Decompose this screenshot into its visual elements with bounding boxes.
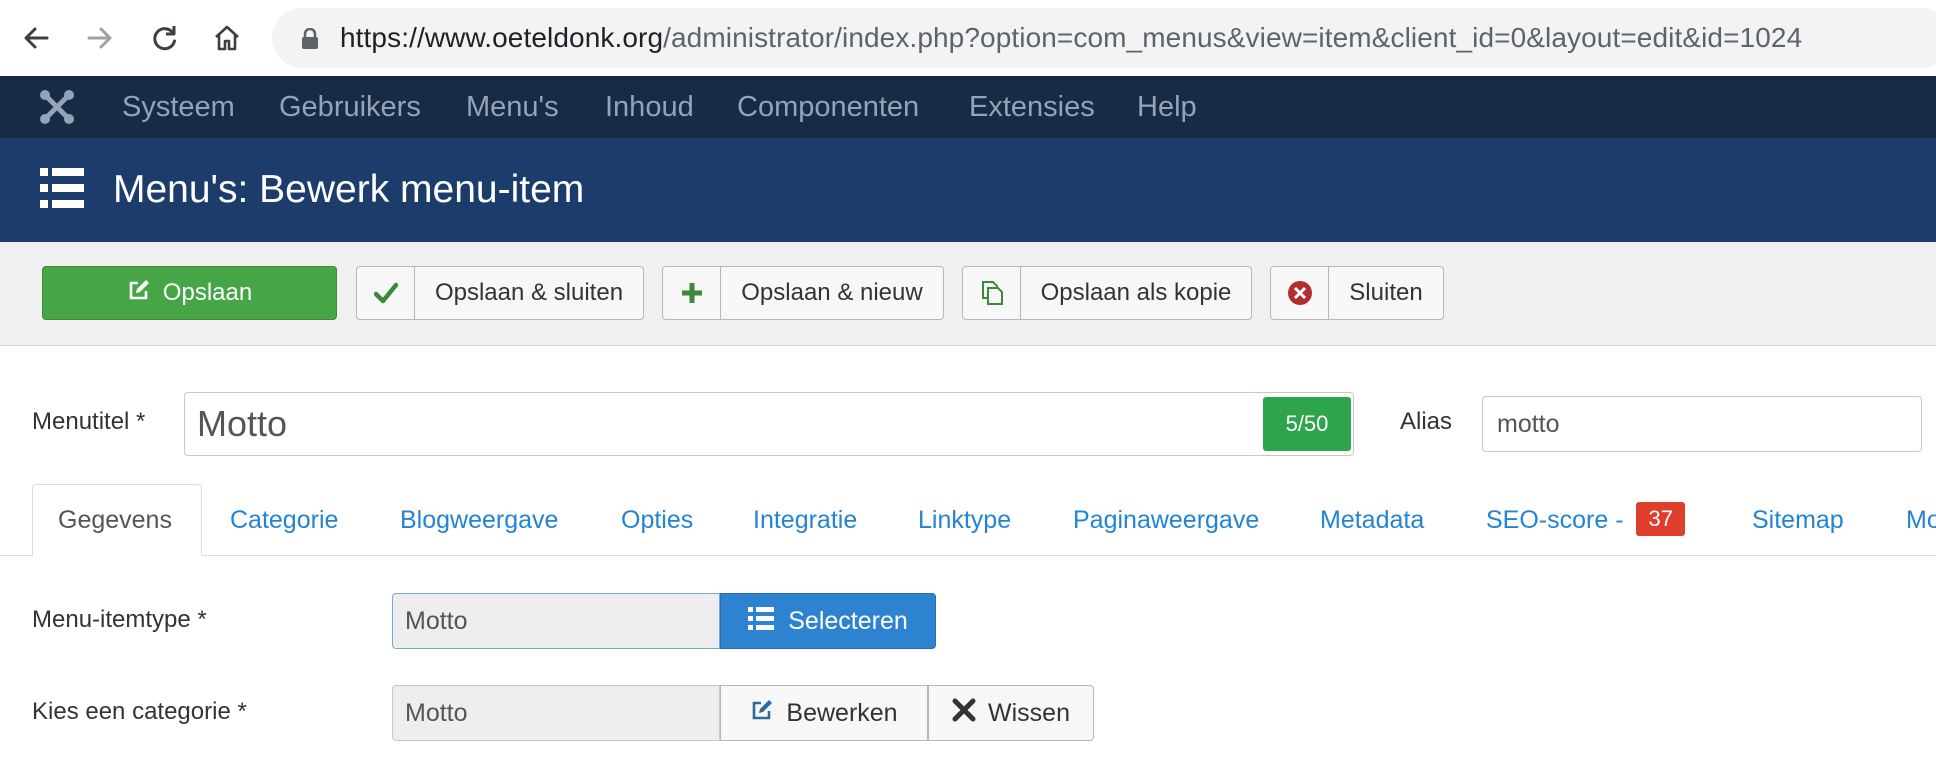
edit-label: Bewerken: [786, 698, 898, 727]
edit-icon: [750, 698, 774, 729]
menu-item-extensies[interactable]: Extensies: [969, 76, 1095, 138]
list-icon: [748, 606, 775, 637]
save-button[interactable]: Opslaan: [42, 266, 337, 320]
list-icon: [40, 166, 84, 215]
tab-blogweergave[interactable]: Blogweergave: [400, 484, 558, 556]
menu-item-inhoud[interactable]: Inhoud: [605, 76, 694, 138]
admin-menu: Systeem Gebruikers Menu's Inhoud Compone…: [0, 76, 1936, 138]
url-text: https://www.oeteldonk.org/administrator/…: [340, 22, 1803, 53]
tab-seo-score[interactable]: SEO-score - 37: [1486, 484, 1685, 556]
save-close-button[interactable]: Opslaan & sluiten: [356, 266, 644, 320]
seo-score-badge: 37: [1636, 502, 1685, 537]
alias-label: Alias: [1400, 408, 1453, 435]
x-icon: [952, 698, 976, 729]
close-button[interactable]: Sluiten: [1270, 266, 1444, 320]
tab-seo-score-label: SEO-score -: [1486, 506, 1624, 534]
category-value: Motto: [405, 699, 468, 727]
clear-label: Wissen: [988, 698, 1070, 727]
forward-arrow-icon[interactable]: [80, 18, 120, 58]
alias-field[interactable]: motto: [1482, 396, 1922, 452]
save-copy-button[interactable]: Opslaan als kopie: [962, 266, 1252, 320]
char-counter-badge: 5/50: [1263, 397, 1351, 451]
tab-opties[interactable]: Opties: [621, 484, 693, 556]
select-menutype-button[interactable]: Selecteren: [720, 593, 936, 649]
tab-paginaweergave[interactable]: Paginaweergave: [1073, 484, 1259, 556]
joomla-icon[interactable]: [38, 88, 76, 131]
address-bar[interactable]: https://www.oeteldonk.org/administrator/…: [272, 8, 1936, 68]
tab-gegevens-label[interactable]: Gegevens: [58, 484, 172, 556]
home-icon[interactable]: [207, 18, 247, 58]
page-header: Menu's: Bewerk menu-item: [0, 138, 1936, 242]
menu-item-systeem[interactable]: Systeem: [122, 76, 235, 138]
save-copy-label: Opslaan als kopie: [1040, 279, 1232, 306]
category-label: Kies een categorie *: [32, 698, 247, 725]
save-close-label: Opslaan & sluiten: [434, 279, 624, 306]
reload-icon[interactable]: [144, 18, 184, 58]
menu-item-componenten[interactable]: Componenten: [737, 76, 919, 138]
tab-more[interactable]: Mo: [1906, 484, 1936, 556]
tab-metadata[interactable]: Metadata: [1320, 484, 1424, 556]
browser-toolbar: https://www.oeteldonk.org/administrator/…: [0, 0, 1936, 76]
tab-linktype[interactable]: Linktype: [918, 484, 1011, 556]
clear-category-button[interactable]: Wissen: [928, 685, 1094, 741]
copy-icon: [963, 267, 1021, 319]
page-title: Menu's: Bewerk menu-item: [113, 168, 585, 211]
menutype-label: Menu-itemtype *: [32, 606, 207, 633]
menutype-value: Motto: [405, 607, 468, 635]
menu-item-menus[interactable]: Menu's: [466, 76, 559, 138]
menutitle-label: Menutitel *: [32, 408, 146, 435]
menutitle-value: Motto: [197, 403, 288, 444]
select-label: Selecteren: [788, 606, 908, 635]
category-field: Motto: [392, 685, 720, 741]
plus-icon: [663, 267, 721, 319]
edit-icon: [127, 278, 151, 309]
back-arrow-icon[interactable]: [16, 18, 56, 58]
save-new-label: Opslaan & nieuw: [741, 279, 923, 306]
alias-value: motto: [1497, 410, 1560, 438]
lock-icon: [300, 27, 320, 55]
tab-categorie[interactable]: Categorie: [230, 484, 338, 556]
menu-item-gebruikers[interactable]: Gebruikers: [279, 76, 421, 138]
save-label: Opslaan: [162, 279, 253, 306]
edit-category-button[interactable]: Bewerken: [720, 685, 928, 741]
tab-sitemap[interactable]: Sitemap: [1752, 484, 1844, 556]
menutype-field: Motto: [392, 593, 720, 649]
menu-item-help[interactable]: Help: [1137, 76, 1197, 138]
close-circle-icon: [1271, 267, 1329, 319]
toolbar: Opslaan Opslaan & sluiten Opslaan & nieu…: [0, 242, 1936, 346]
menutitle-field[interactable]: Motto 5/50: [184, 392, 1354, 456]
save-new-button[interactable]: Opslaan & nieuw: [662, 266, 944, 320]
check-icon: [357, 267, 415, 319]
close-label: Sluiten: [1349, 279, 1423, 306]
tab-integratie[interactable]: Integratie: [753, 484, 857, 556]
